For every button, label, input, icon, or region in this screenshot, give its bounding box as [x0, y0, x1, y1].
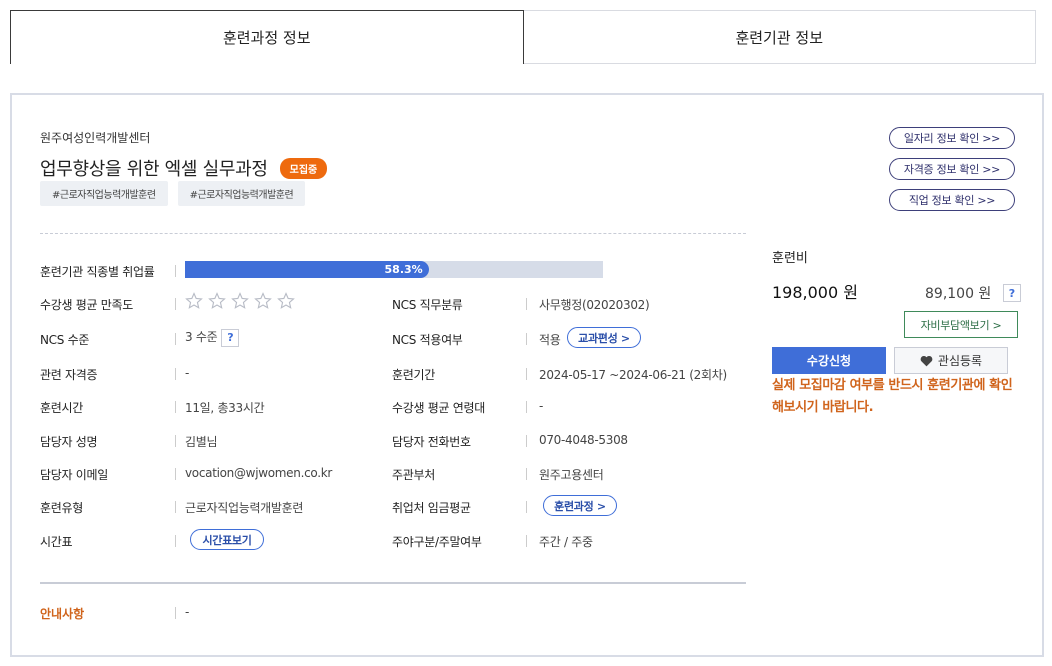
favorite-button[interactable]: 관심등록 [894, 347, 1008, 374]
ncs-level-value: 3 수준 [185, 330, 218, 344]
ncs-level-label: NCS 수준 [40, 333, 90, 347]
employment-rate-bar: 58.3% [185, 261, 603, 278]
ncs-apply-value: 적용 [539, 333, 561, 347]
satisfaction-stars [185, 292, 295, 310]
cert-info-link[interactable]: 자격증 정보 확인 >> [889, 158, 1015, 180]
separator [175, 298, 176, 310]
separator [175, 333, 176, 345]
star-icon [254, 292, 272, 309]
deadline-warning: 실제 모집마감 여부를 반드시 훈련기관에 확인해보시기 바랍니다. [772, 378, 1013, 415]
type-value: 근로자직업능력개발훈련 [185, 501, 304, 515]
schedule-button[interactable]: 시간표보기 [190, 529, 264, 550]
daynight-value: 주간 / 주중 [539, 535, 593, 549]
separator [526, 298, 527, 310]
age-label: 수강생 평균 연령대 [392, 401, 485, 415]
course-title: 업무향상을 위한 엑셀 실무과정 [40, 159, 268, 180]
employment-rate-fill: 58.3% [185, 261, 429, 278]
status-badge: 모집중 [279, 157, 328, 179]
separator [526, 333, 527, 345]
course-detail-card: 원주여성인력개발센터 업무향상을 위한 엑셀 실무과정 모집중 #근로자직업능력… [10, 93, 1044, 657]
separator [526, 435, 527, 447]
star-icon [277, 292, 295, 309]
job-info-link[interactable]: 일자리 정보 확인 >> [889, 127, 1015, 149]
star-icon [185, 292, 203, 309]
hours-label: 훈련시간 [40, 401, 83, 415]
email-label: 담당자 이메일 [40, 468, 108, 482]
email-value: vocation@wjwomen.co.kr [185, 466, 333, 480]
period-value: 2024-05-17 ~2024-06-21 (2회차) [539, 368, 727, 382]
curriculum-button[interactable]: 교과편성 > [567, 327, 641, 348]
tab-bar: 훈련과정 정보 훈련기관 정보 [10, 10, 1036, 64]
separator [175, 501, 176, 513]
tab-course-info[interactable]: 훈련과정 정보 [10, 10, 524, 64]
ncs-level-cell: 3 수준? [185, 328, 240, 347]
manager-label: 담당자 성명 [40, 435, 98, 449]
period-label: 훈련기간 [392, 368, 435, 382]
separator [175, 607, 176, 619]
phone-label: 담당자 전화번호 [392, 435, 471, 449]
institution-name: 원주여성인력개발센터 [40, 131, 151, 145]
apply-button[interactable]: 수강신청 [772, 347, 886, 374]
occupation-info-link[interactable]: 직업 정보 확인 >> [889, 189, 1015, 211]
tab-institution-info[interactable]: 훈련기관 정보 [523, 10, 1036, 64]
title-row: 업무향상을 위한 엑셀 실무과정 모집중 [40, 155, 328, 181]
tag-list: #근로자직업능력개발훈련 #근로자직업능력개발훈련 [40, 181, 306, 206]
employment-rate-label: 훈련기관 직종별 취업률 [40, 265, 155, 279]
type-label: 훈련유형 [40, 501, 83, 515]
schedule-label: 시간표 [40, 535, 73, 549]
self-pay-button[interactable]: 자비부담액보기 > [904, 311, 1018, 338]
separator [526, 401, 527, 413]
star-icon [208, 292, 226, 309]
separator [175, 468, 176, 480]
divider [40, 233, 746, 234]
tag-item: #근로자직업능력개발훈련 [177, 181, 306, 206]
ncs-job-value: 사무행정(02020302) [539, 298, 650, 312]
self-pay-amount: 89,100 원 [925, 286, 992, 302]
separator [175, 368, 176, 380]
dept-label: 주관부처 [392, 468, 435, 482]
tag-item: #근로자직업능력개발훈련 [40, 181, 168, 206]
separator [526, 468, 527, 480]
separator [175, 265, 176, 277]
separator [175, 535, 176, 547]
fee-help-icon[interactable]: ? [1003, 284, 1021, 302]
wage-label: 취업처 임금평균 [392, 501, 471, 515]
employment-rate-value: 58.3% [384, 263, 423, 276]
separator [175, 435, 176, 447]
divider [40, 582, 746, 584]
satisfaction-label: 수강생 평균 만족도 [40, 298, 133, 312]
notice-value: - [185, 605, 190, 619]
manager-value: 김별님 [185, 435, 218, 449]
separator [175, 401, 176, 413]
separator [526, 368, 527, 380]
favorite-label: 관심등록 [937, 354, 983, 368]
daynight-label: 주야구분/주말여부 [392, 535, 482, 549]
fee-amount: 198,000 원 [772, 283, 858, 302]
hours-value: 11일, 총33시간 [185, 401, 265, 415]
cert-value: - [185, 366, 190, 380]
fee-label: 훈련비 [772, 251, 808, 266]
notice-label: 안내사항 [40, 607, 85, 621]
ncs-level-help-icon[interactable]: ? [221, 328, 240, 347]
separator [526, 501, 527, 513]
info-links: 일자리 정보 확인 >> 자격증 정보 확인 >> 직업 정보 확인 >> [889, 127, 1015, 211]
ncs-apply-label: NCS 적용여부 [392, 333, 463, 347]
ncs-job-label: NCS 직무분류 [392, 298, 463, 312]
wage-course-button[interactable]: 훈련과정 > [543, 495, 617, 516]
cert-label: 관련 자격증 [40, 368, 98, 382]
heart-icon [920, 355, 933, 366]
phone-value: 070-4048-5308 [539, 433, 628, 447]
dept-value: 원주고용센터 [539, 468, 604, 482]
age-value: - [539, 399, 544, 413]
separator [526, 535, 527, 547]
star-icon [231, 292, 249, 309]
